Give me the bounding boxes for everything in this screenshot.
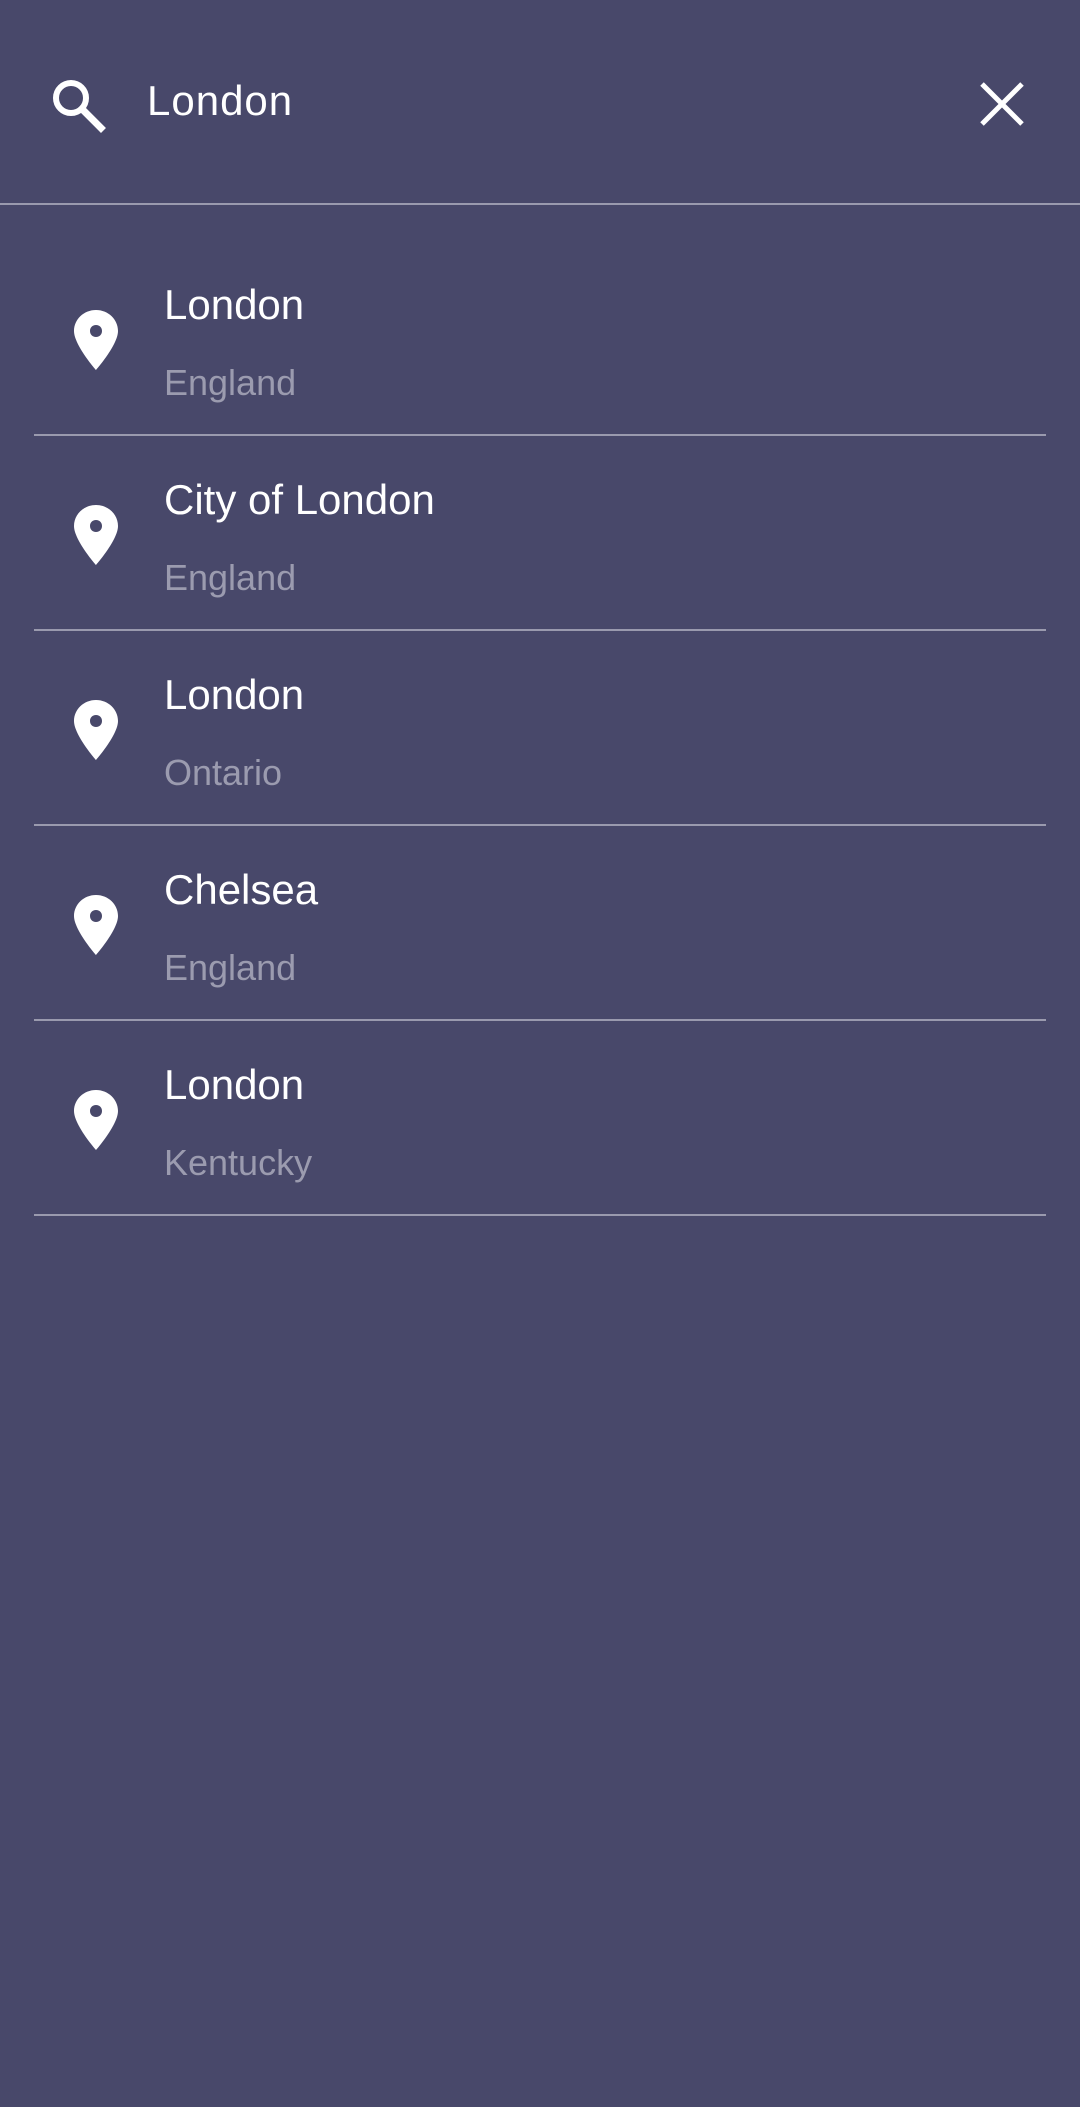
result-title: London — [164, 671, 305, 718]
map-pin-icon — [74, 700, 118, 760]
search-result-item[interactable]: London Ontario — [0, 649, 1080, 844]
result-title: London — [164, 281, 305, 328]
search-bar — [0, 0, 1080, 205]
search-input[interactable] — [147, 66, 927, 136]
map-pin-icon — [74, 310, 118, 370]
result-subtitle: England — [164, 362, 297, 403]
result-title: City of London — [164, 476, 435, 523]
result-subtitle: Ontario — [164, 752, 283, 793]
map-pin-icon — [74, 1090, 118, 1150]
result-subtitle: England — [164, 947, 297, 988]
search-result-item[interactable]: London Kentucky — [0, 1039, 1080, 1234]
result-title: London — [164, 1061, 305, 1108]
map-pin-icon — [74, 895, 118, 955]
result-title: Chelsea — [164, 866, 319, 913]
search-result-item[interactable]: London England — [0, 259, 1080, 454]
search-result-item[interactable]: City of London England — [0, 454, 1080, 649]
close-icon[interactable] — [970, 74, 1034, 134]
search-results-list: London England City of London England Lo… — [0, 259, 1080, 1234]
result-subtitle: England — [164, 557, 297, 598]
search-icon — [53, 80, 106, 133]
search-result-item[interactable]: Chelsea England — [0, 844, 1080, 1039]
result-subtitle: Kentucky — [164, 1142, 313, 1183]
map-pin-icon — [74, 505, 118, 565]
